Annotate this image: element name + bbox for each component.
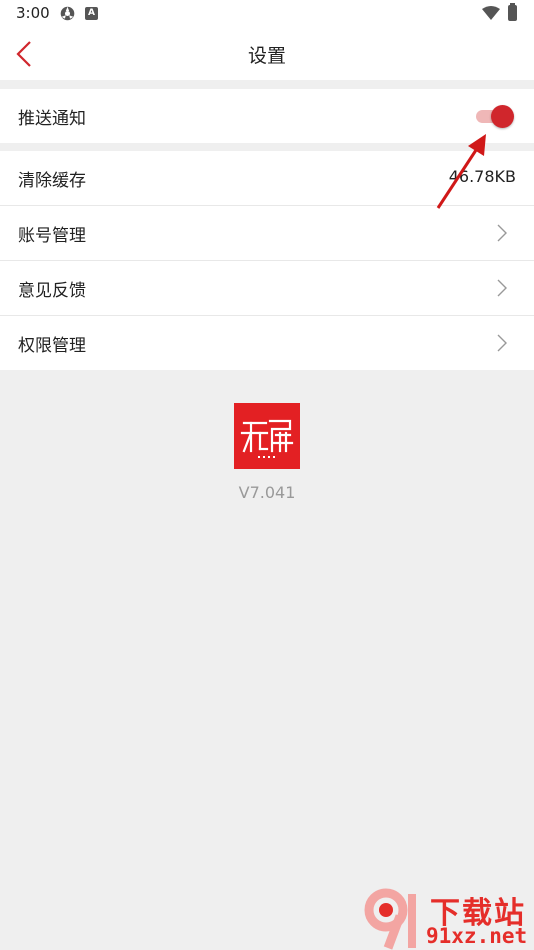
permissions-label: 权限管理 (18, 336, 86, 356)
feedback-label: 意见反馈 (18, 281, 86, 301)
account-management-label: 账号管理 (18, 226, 86, 246)
status-time: 3:00 (16, 4, 50, 22)
clear-cache-label: 清除缓存 (18, 171, 86, 191)
header: 设置 (0, 28, 534, 80)
a-notification-icon: A (85, 7, 98, 20)
chevron-right-icon (497, 334, 507, 352)
status-bar: 3:00 A (0, 0, 534, 28)
page-title: 设置 (247, 45, 286, 67)
push-notification-toggle[interactable] (474, 105, 514, 128)
wifi-icon (482, 6, 500, 20)
watermark-en-text: 91xz.net (426, 924, 528, 948)
toggle-knob (491, 105, 514, 128)
chevron-right-icon (497, 279, 507, 297)
feedback-row[interactable]: 意见反馈 (0, 261, 534, 316)
app-logo-glyph (240, 419, 294, 458)
permissions-row[interactable]: 权限管理 (0, 316, 534, 370)
91xz-logo (364, 888, 416, 950)
push-notification-label: 推送通知 (18, 109, 86, 129)
app-logo (234, 403, 300, 469)
annotation-arrow-icon (436, 134, 486, 209)
account-management-row[interactable]: 账号管理 (0, 206, 534, 261)
battery-icon (508, 3, 517, 21)
chevron-right-icon (497, 224, 507, 242)
app-version: V7.041 (238, 483, 296, 502)
watermark: 下载站 91xz.net (360, 886, 532, 950)
settings-sync-icon (60, 6, 75, 21)
